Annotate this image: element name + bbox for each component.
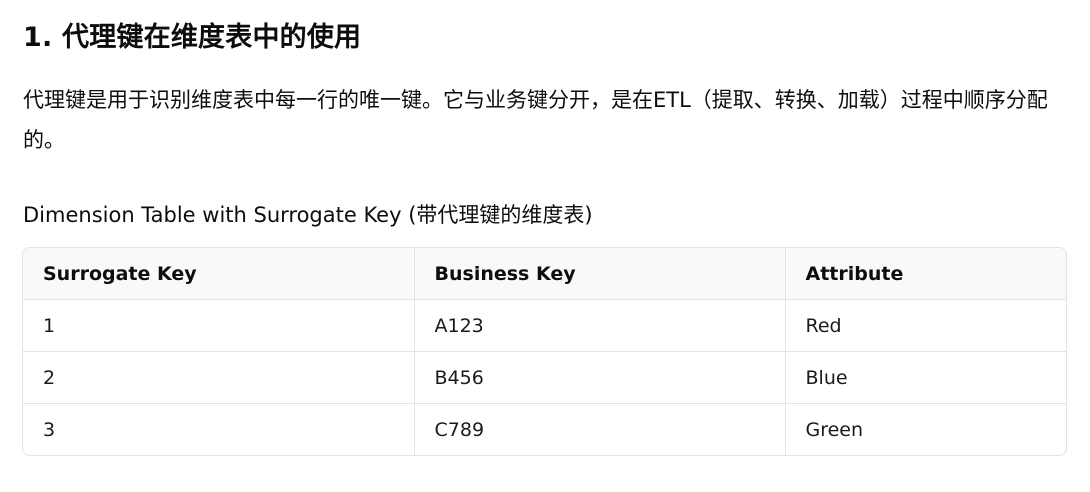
cell-attribute: Blue — [785, 351, 1066, 404]
cell-attribute: Red — [785, 299, 1066, 352]
cell-surrogate-key: 2 — [23, 351, 415, 404]
cell-surrogate-key: 3 — [23, 403, 415, 455]
table-row: 1 A123 Red — [23, 299, 1066, 352]
table-header-row: Surrogate Key Business Key Attribute — [23, 248, 1066, 300]
cell-attribute: Green — [805, 418, 864, 441]
header-business-key: Business Key — [414, 248, 786, 300]
header-surrogate-key: Surrogate Key — [23, 248, 415, 300]
table-row: 2 B456 Blue — [23, 351, 1066, 404]
table-caption: Dimension Table with Surrogate Key (带代理键… — [23, 203, 593, 227]
dimension-table-container: Surrogate Key Business Key Attribute 1 A… — [22, 247, 1067, 456]
description-paragraph: 代理键是用于识别维度表中每一行的唯一键。它与业务键分开，是在ETL（提取、转换、… — [23, 88, 1048, 152]
cell-business-key: C789 — [414, 403, 786, 455]
header-attribute: Attribute — [785, 248, 1066, 300]
cell-business-key: B456 — [414, 351, 786, 404]
cell-surrogate-key: 1 — [23, 299, 415, 352]
cell-business-key: A123 — [414, 299, 786, 352]
dimension-table: Surrogate Key Business Key Attribute 1 A… — [23, 248, 1066, 455]
section-heading: 1. 代理键在维度表中的使用 — [23, 22, 362, 53]
table-row: 3 C789 Green — [23, 403, 1066, 455]
